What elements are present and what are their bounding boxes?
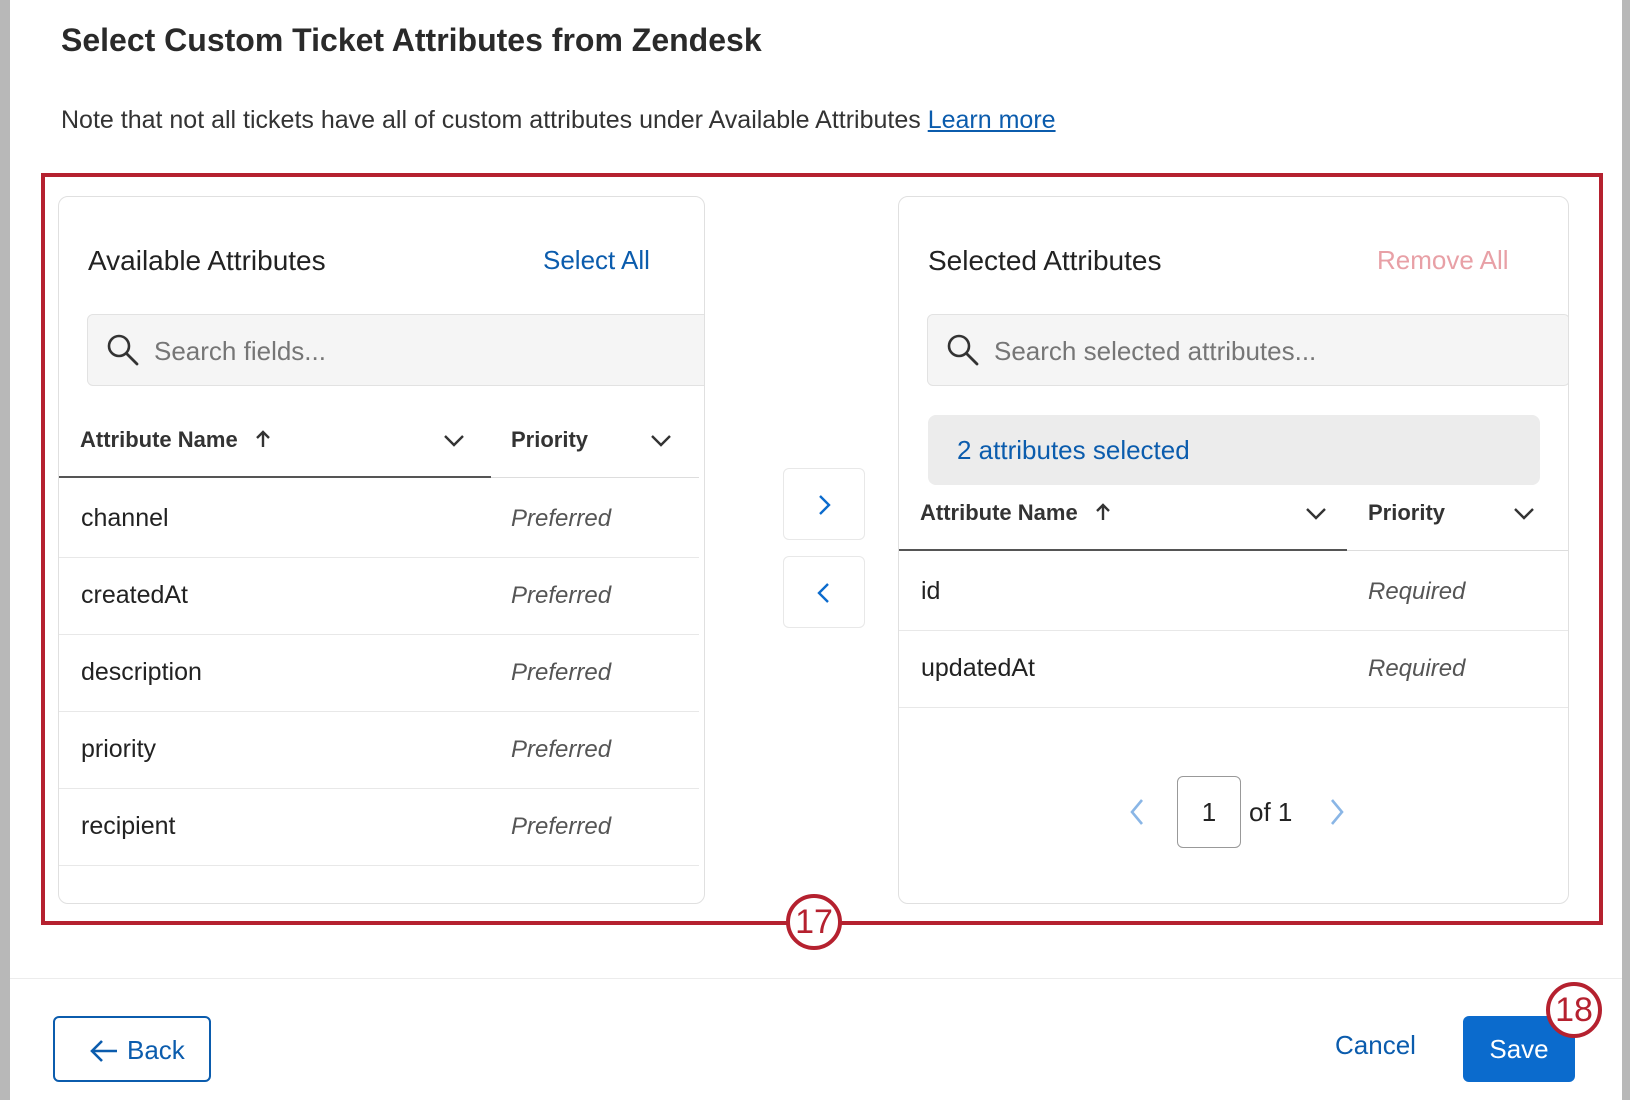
row-name: priority (81, 735, 157, 763)
table-row[interactable]: description Preferred (59, 632, 699, 712)
search-icon (947, 334, 979, 366)
row-priority: Preferred (511, 736, 612, 763)
selected-col-priority-header[interactable]: Priority (1368, 500, 1445, 526)
select-all-button[interactable]: Select All (543, 245, 650, 276)
note-text: Note that not all tickets have all of cu… (61, 106, 921, 134)
move-right-button[interactable] (783, 468, 865, 540)
page-total: of 1 (1249, 797, 1293, 827)
available-panel-title: Available Attributes (88, 245, 326, 276)
selected-attributes-panel: Selected Attributes Remove All Search se… (898, 196, 1569, 904)
table-row[interactable]: priority Preferred (59, 709, 699, 789)
callout-badge: 18 (1546, 982, 1602, 1038)
available-search-placeholder: Search fields... (154, 336, 326, 366)
chevron-down-icon[interactable] (1305, 507, 1327, 521)
selected-panel-title: Selected Attributes (928, 245, 1162, 276)
search-icon (107, 334, 139, 366)
selected-search-input[interactable]: Search selected attributes... (927, 314, 1568, 386)
row-priority: Preferred (511, 813, 612, 840)
chevron-left-icon (817, 583, 829, 603)
cancel-button[interactable]: Cancel (1335, 1030, 1416, 1061)
sort-ascending-icon (255, 430, 270, 447)
available-search-input[interactable]: Search fields... (87, 314, 704, 386)
row-priority: Required (1368, 578, 1466, 605)
chevron-down-icon[interactable] (650, 434, 672, 448)
row-name: description (81, 658, 202, 686)
back-button[interactable]: Back (53, 1016, 211, 1082)
row-priority: Preferred (511, 659, 612, 686)
chevron-right-icon (819, 495, 831, 515)
callout-badge: 17 (786, 894, 842, 950)
page-number-input[interactable]: 1 (1177, 776, 1241, 848)
dialog: Select Custom Ticket Attributes from Zen… (10, 0, 1622, 1100)
table-row[interactable]: createdAt Preferred (59, 555, 699, 635)
row-priority: Preferred (511, 505, 612, 532)
col-name-label: Attribute Name (920, 500, 1078, 525)
row-name: updatedAt (921, 654, 1035, 682)
row-name: recipient (81, 812, 176, 840)
row-name: createdAt (81, 581, 189, 609)
chevron-right-icon[interactable] (1327, 797, 1347, 827)
back-label: Back (127, 1035, 185, 1065)
table-row[interactable]: updatedAt Required (899, 628, 1568, 708)
row-priority: Preferred (511, 582, 612, 609)
row-name: channel (81, 504, 169, 532)
table-row[interactable]: id Required (899, 551, 1568, 631)
table-row[interactable]: recipient Preferred (59, 786, 699, 866)
sort-ascending-icon (1095, 503, 1110, 520)
dialog-title: Select Custom Ticket Attributes from Zen… (61, 22, 762, 58)
table-row[interactable]: channel Preferred (59, 478, 699, 558)
chevron-down-icon[interactable] (1513, 507, 1535, 521)
selection-count-banner: 2 attributes selected (928, 415, 1540, 485)
move-left-button[interactable] (783, 556, 865, 628)
available-col-name-header[interactable]: Attribute Name (80, 427, 272, 453)
row-name: id (921, 577, 941, 605)
learn-more-link[interactable]: Learn more (928, 106, 1056, 134)
chevron-left-icon[interactable] (1127, 797, 1147, 827)
available-attributes-panel: Available Attributes Select All Search f… (58, 196, 705, 904)
arrow-left-icon (90, 1040, 117, 1062)
col-name-label: Attribute Name (80, 427, 238, 452)
remove-all-button[interactable]: Remove All (1377, 245, 1509, 276)
chevron-down-icon[interactable] (443, 434, 465, 448)
selected-col-name-header[interactable]: Attribute Name (920, 500, 1112, 526)
footer-divider (10, 978, 1622, 979)
row-priority: Required (1368, 655, 1466, 682)
selected-search-placeholder: Search selected attributes... (994, 336, 1317, 366)
selection-count: 2 attributes selected (957, 435, 1190, 465)
dialog-note: Note that not all tickets have all of cu… (61, 106, 1056, 135)
available-col-priority-header[interactable]: Priority (511, 427, 588, 453)
